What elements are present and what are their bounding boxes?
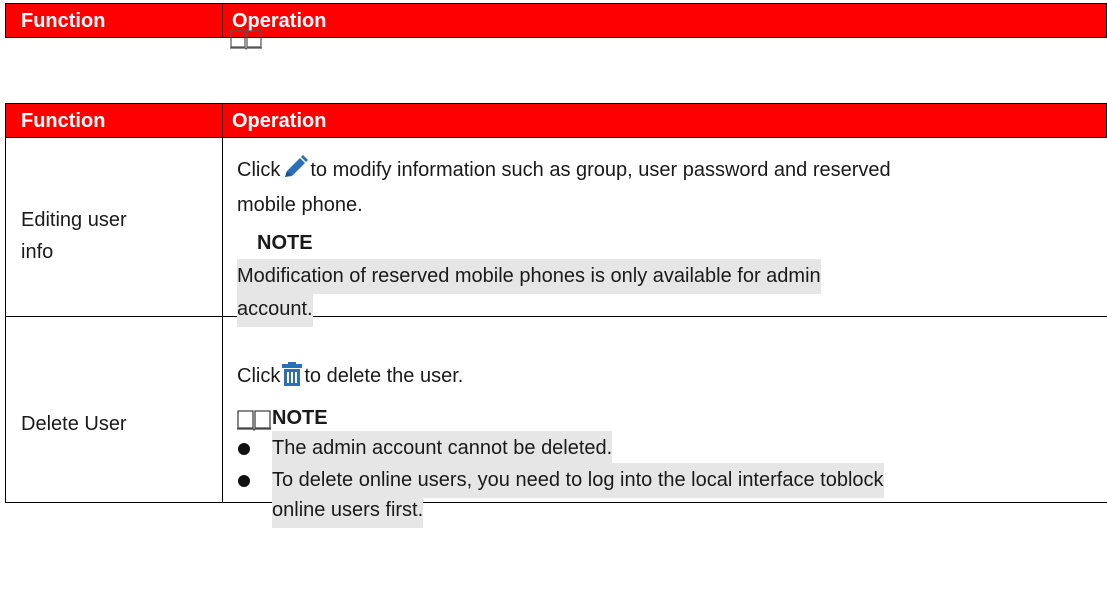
book-icon [230, 30, 262, 50]
table-header-function: Function [21, 110, 106, 132]
bullet-icon [238, 443, 250, 455]
bullet-text-1: The admin account cannot be deleted. [272, 431, 613, 466]
table-row: Editing user info Click to modify informa… [5, 138, 1107, 327]
bullet-text-2-line2: online users first. [272, 493, 424, 528]
edit-description: to modify information such as group, use… [310, 159, 891, 181]
function-cell-line1: Editing user [21, 209, 127, 231]
click-text: Click [237, 365, 281, 387]
top-header-function-cell: Function [5, 3, 223, 38]
function-cell-line2: info [21, 241, 54, 263]
operation-line: Click to modify information such as group… [237, 153, 891, 188]
note-label: NOTE [257, 232, 313, 254]
book-icon [237, 410, 271, 431]
top-header-operation-cell: Operation [222, 3, 1107, 38]
operation-line2: mobile phone. [237, 194, 363, 216]
pencil-icon [285, 155, 309, 177]
note-text-line1: Modification of reserved mobile phones i… [237, 259, 821, 294]
operation-line: Click to delete the user. [237, 359, 463, 394]
table-row: Delete User Click to delete the user. NOT… [5, 317, 1107, 528]
table-header: Function Operation [5, 103, 1107, 138]
delete-description: to delete the user. [304, 365, 464, 387]
top-header-function-label: Function [21, 10, 106, 32]
function-cell: Delete User [21, 413, 127, 435]
bullet-icon [238, 475, 250, 487]
trash-icon [282, 362, 303, 386]
click-text: Click [237, 159, 281, 181]
table-header-operation: Operation [232, 110, 327, 132]
